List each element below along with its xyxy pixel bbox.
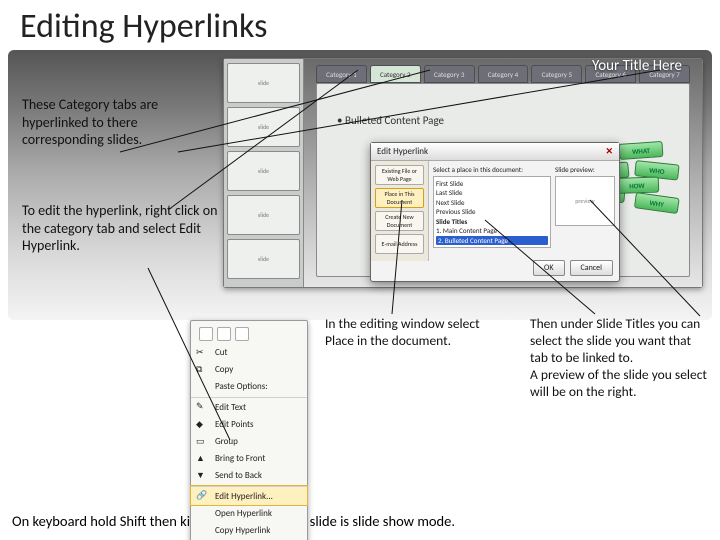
menu-item-icon: ⧉: [196, 364, 208, 376]
menu-item-icon: ◆: [196, 419, 208, 431]
category-tab[interactable]: Category 3: [424, 65, 475, 83]
context-menu: ✂ Cut ⧉ Copy Paste Options: ✎ Edit Text ◆ Edit P…: [190, 320, 308, 540]
sign-why: WHY: [634, 192, 680, 214]
linkto-email[interactable]: E-mail Address: [375, 234, 424, 254]
context-menu-item[interactable]: ◆ Edit Points: [191, 416, 307, 433]
your-title-text: Your Title Here: [592, 57, 682, 75]
context-menu-item[interactable]: Paste Options:: [191, 378, 307, 395]
annotation-edit: To edit the hyperlink, right click on th…: [22, 202, 222, 255]
category-tab[interactable]: Category 2: [370, 65, 421, 83]
thumbnail: slide: [227, 239, 300, 279]
slide-root: Editing Hyperlinks These Category tabs a…: [0, 0, 720, 540]
menu-item-label: Paste Options:: [215, 381, 268, 392]
context-menu-item[interactable]: Open Hyperlink: [191, 505, 307, 522]
menu-item-icon: 🔗: [196, 490, 208, 502]
dialog-title-text: Edit Hyperlink: [377, 146, 428, 157]
linkto-existing[interactable]: Existing File or Web Page: [375, 165, 424, 185]
context-menu-item[interactable]: ▼ Send to Back: [191, 467, 307, 484]
dialog-preview-pane: Slide preview: preview: [555, 161, 619, 261]
menu-item-label: Edit Hyperlink...: [215, 491, 273, 502]
list-item-selected[interactable]: 2. Bulleted Content Page: [436, 236, 548, 245]
annotation-tabs: These Category tabs are hyperlinked to t…: [22, 96, 212, 149]
list-item[interactable]: 3. Presentation Page: [436, 245, 548, 248]
bulleted-heading: • Bulleted Content Page: [337, 114, 444, 127]
list-item[interactable]: 1. Main Content Page: [436, 226, 548, 235]
link-to-panel: Existing File or Web Page Place in This …: [371, 161, 429, 261]
menu-item-icon: ▼: [196, 470, 208, 482]
list-item[interactable]: Next Slide: [436, 198, 548, 207]
menu-item-icon: [196, 381, 208, 393]
category-tab[interactable]: Category 1: [316, 65, 367, 83]
menu-item-icon: [196, 508, 208, 520]
list-item[interactable]: First Slide: [436, 179, 548, 188]
menu-item-icon: ▭: [196, 436, 208, 448]
page-title: Editing Hyperlinks: [20, 6, 267, 47]
list-item[interactable]: Slide Titles: [436, 217, 548, 226]
sign-how: HOW: [615, 176, 660, 194]
menu-item-icon: [196, 525, 208, 537]
context-menu-item[interactable]: 🔗 Edit Hyperlink...: [191, 486, 307, 505]
linkto-place[interactable]: Place in This Document: [375, 188, 424, 208]
list-item[interactable]: Last Slide: [436, 188, 548, 197]
menu-item-label: Copy Hyperlink: [215, 525, 270, 536]
category-tab[interactable]: Category 4: [478, 65, 529, 83]
slide-thumbnails-pane: slide slide slide slide slide: [224, 59, 304, 287]
menu-item-label: Group: [215, 436, 238, 447]
edit-hyperlink-dialog: Edit Hyperlink ✕ Existing File or Web Pa…: [370, 142, 620, 282]
thumbnail: slide: [227, 63, 300, 103]
context-menu-item[interactable]: ⧉ Copy: [191, 361, 307, 378]
dialog-titlebar: Edit Hyperlink ✕: [371, 143, 619, 161]
context-menu-header: [191, 324, 307, 344]
menu-item-label: Send to Back: [215, 470, 262, 481]
dialog-middle: Select a place in this document: First S…: [429, 161, 555, 261]
menu-item-label: Cut: [215, 347, 228, 358]
places-list[interactable]: First Slide Last Slide Next Slide Previo…: [433, 176, 551, 248]
close-icon[interactable]: ✕: [605, 146, 613, 157]
menu-item-label: Edit Points: [215, 419, 254, 430]
context-menu-item[interactable]: Copy Hyperlink: [191, 522, 307, 539]
select-place-label: Select a place in this document:: [433, 165, 551, 174]
cancel-button[interactable]: Cancel: [570, 260, 614, 276]
menu-item-icon: ▲: [196, 453, 208, 465]
ok-button[interactable]: OK: [533, 260, 564, 276]
preview-label: Slide preview:: [555, 165, 615, 174]
menu-item-label: Bring to Front: [215, 453, 265, 464]
sign-what: WHAT: [618, 141, 663, 160]
linkto-create[interactable]: Create New Document: [375, 211, 424, 231]
menu-item-label: Edit Text: [215, 402, 246, 413]
annotation-slide-titles: Then under Slide Titles you can select t…: [530, 316, 710, 400]
context-menu-item[interactable]: ▲ Bring to Front: [191, 450, 307, 467]
context-menu-item[interactable]: ✂ Cut: [191, 344, 307, 361]
context-menu-item[interactable]: ✎ Edit Text: [191, 397, 307, 416]
menu-item-label: Copy: [215, 364, 233, 375]
thumbnail: slide: [227, 195, 300, 235]
list-item[interactable]: Previous Slide: [436, 207, 548, 216]
menu-item-label: Open Hyperlink: [215, 508, 272, 519]
thumbnail: slide: [227, 151, 300, 191]
preview-box: preview: [555, 176, 615, 226]
category-tab[interactable]: Category 5: [531, 65, 582, 83]
menu-item-icon: ✂: [196, 347, 208, 359]
menu-item-icon: ✎: [196, 401, 208, 413]
thumbnail: slide: [227, 107, 300, 147]
context-menu-item[interactable]: ▭ Group: [191, 433, 307, 450]
annotation-place: In the editing window select Place in th…: [325, 316, 500, 350]
